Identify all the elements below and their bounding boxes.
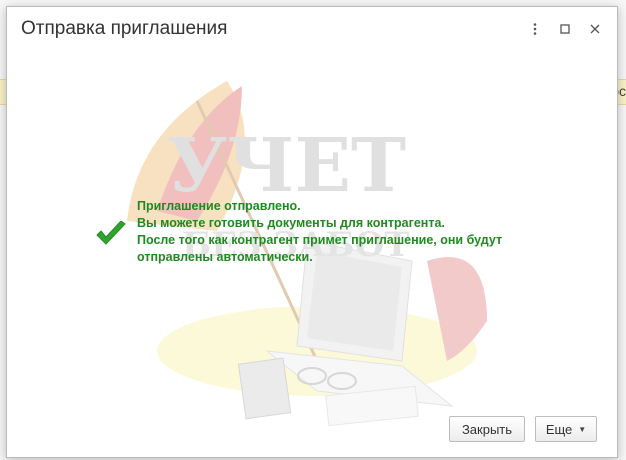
dialog-titlebar: Отправка приглашения (7, 7, 617, 49)
svg-text:УЧЕТ: УЧЕТ (167, 123, 406, 209)
close-icon (590, 24, 600, 34)
checkmark-icon (96, 221, 126, 245)
message-line: Вы можете готовить документы для контраг… (137, 216, 445, 230)
close-button-label: Закрыть (461, 421, 513, 437)
chevron-down-icon: ▼ (578, 424, 587, 434)
more-button[interactable]: Еще ▼ (535, 416, 597, 442)
message-line: отправлены автоматически. (137, 250, 313, 264)
message-line: Приглашение отправлено. (137, 199, 301, 213)
maximize-icon (560, 24, 570, 34)
dialog-content: УЧЕТ БЕЗ ЗАБОТ Приглашение отправлено. В… (7, 49, 617, 457)
more-button-label: Еще (545, 421, 573, 437)
maximize-button[interactable] (553, 17, 577, 41)
invitation-dialog: Отправка приглашения УЧЕТ БЕЗ ЗАБОТ Приг… (6, 6, 618, 458)
dialog-title: Отправка приглашения (21, 18, 228, 39)
message-line: После того как контрагент примет приглаш… (137, 233, 503, 247)
more-options-button[interactable] (523, 17, 547, 41)
success-message: Приглашение отправлено. Вы можете готови… (137, 198, 557, 266)
close-window-button[interactable] (583, 17, 607, 41)
more-vert-icon (533, 23, 537, 35)
close-button[interactable]: Закрыть (449, 416, 525, 442)
